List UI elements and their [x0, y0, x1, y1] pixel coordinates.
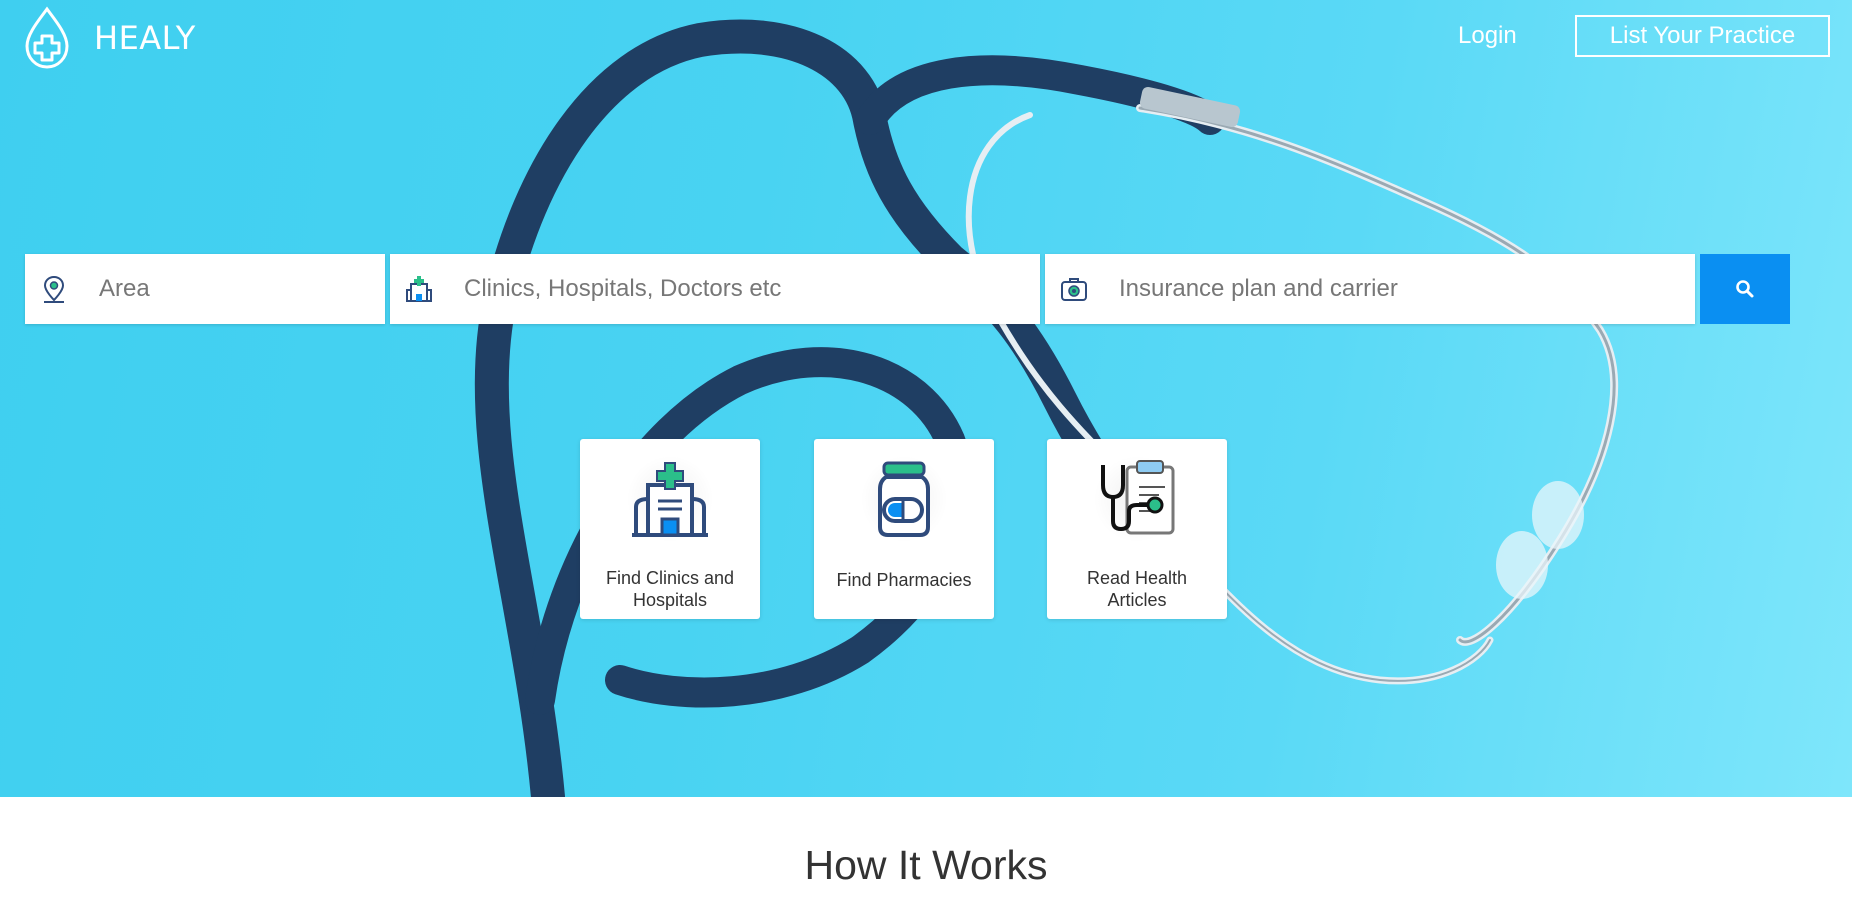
insurance-input[interactable]: [1117, 274, 1681, 304]
stethoscope-illustration: [474, 19, 1619, 797]
search-icon: [1736, 280, 1754, 298]
find-clinics-card[interactable]: Find Clinics and Hospitals: [580, 439, 760, 619]
drop-plus-icon: [25, 6, 69, 69]
search-button[interactable]: [1700, 254, 1790, 324]
facility-input[interactable]: [462, 274, 1026, 304]
stethoscope-clipboard-icon: [1101, 460, 1175, 535]
insurance-search-field[interactable]: [1045, 254, 1695, 324]
hero-banner: HEALY Login List Your Practice Area Clin…: [0, 0, 1852, 797]
hospital-icon: [406, 276, 432, 302]
read-articles-card[interactable]: Read Health Articles: [1047, 439, 1227, 619]
find-pharmacies-label: Find Pharmacies: [836, 570, 972, 590]
facility-search-field[interactable]: [390, 254, 1040, 324]
how-it-works-heading: How It Works: [804, 842, 1048, 888]
map-pin-icon: [43, 275, 65, 303]
find-pharmacies-card[interactable]: Find Pharmacies: [814, 439, 994, 619]
list-practice-button[interactable]: List Your Practice: [1575, 15, 1830, 57]
hospital-building-icon: [632, 462, 708, 537]
find-clinics-label: Find Clinics and Hospitals: [605, 568, 735, 610]
brand-name: HEALY: [94, 19, 196, 57]
area-search-field[interactable]: [25, 254, 385, 324]
pill-bottle-icon: [878, 461, 930, 537]
medical-bag-icon: [1061, 278, 1087, 301]
brand-logo[interactable]: HEALY: [22, 6, 196, 70]
read-articles-label: Read Health Articles: [1086, 568, 1188, 610]
login-link[interactable]: Login: [1458, 22, 1517, 50]
area-input[interactable]: [97, 274, 371, 304]
